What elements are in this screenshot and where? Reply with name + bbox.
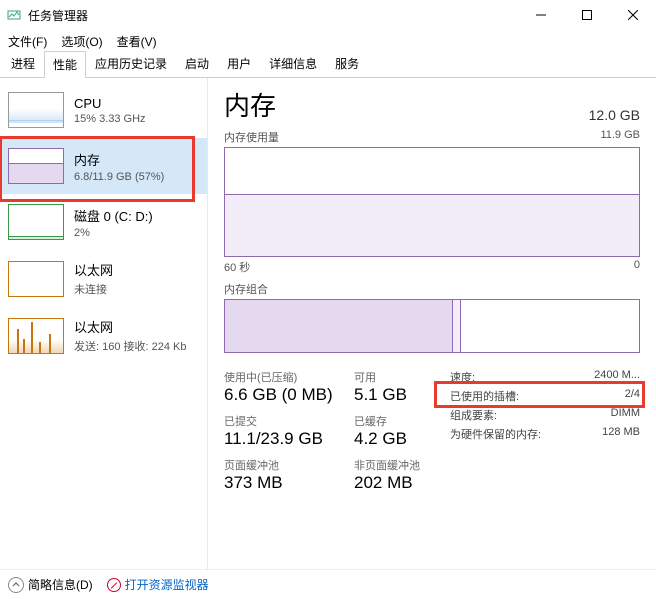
menu-view[interactable]: 查看(V) [117,33,157,50]
stat-value-cached: 4.2 GB [354,429,444,449]
stat-value-in-use: 6.6 GB (0 MB) [224,385,354,405]
sidebar-item-sub: 6.8/11.9 GB (57%) [74,171,164,183]
tab-users[interactable]: 用户 [218,50,260,77]
sidebar-item-disk[interactable]: 磁盘 0 (C: D:) 2% [0,194,207,250]
sidebar-item-sub: 发送: 160 接收: 224 Kb [74,338,187,354]
memory-composition-chart [224,299,640,353]
sidebar-item-label: 内存 [74,150,164,169]
content: CPU 15% 3.33 GHz 内存 6.8/11.9 GB (57%) 磁盘… [0,78,656,569]
open-resource-monitor-link[interactable]: 打开资源监视器 [107,576,209,593]
cpu-thumbnail [8,92,64,128]
ethernet-thumbnail [8,261,64,297]
stat-label-nonpaged: 非页面缓冲池 [354,457,444,473]
tab-app-history[interactable]: 应用历史记录 [86,50,176,77]
maximize-button[interactable] [564,0,610,30]
stat-value-committed: 11.1/23.9 GB [224,429,354,449]
sidebar: CPU 15% 3.33 GHz 内存 6.8/11.9 GB (57%) 磁盘… [0,78,208,569]
info-value-speed: 2400 M... [594,369,640,385]
close-button[interactable] [610,0,656,30]
menu-options[interactable]: 选项(O) [61,33,102,50]
memory-usage-chart [224,147,640,257]
sidebar-item-sub: 未连接 [74,281,113,297]
info-value-form: DIMM [611,407,640,423]
info-label-form: 组成要素: [450,407,497,423]
axis-zero-label: 0 [634,259,640,271]
app-icon [6,7,22,23]
stat-label-committed: 已提交 [224,413,354,429]
footer: 简略信息(D) 打开资源监视器 [0,569,656,599]
info-label-reserved: 为硬件保留的内存: [450,426,541,442]
fewer-details-button[interactable]: 简略信息(D) [8,576,93,593]
resource-monitor-icon [107,578,121,592]
tab-services[interactable]: 服务 [326,50,368,77]
usage-chart-max: 11.9 GB [600,129,640,141]
titlebar: 任务管理器 [0,0,656,30]
sidebar-item-label: 以太网 [74,260,113,279]
stat-label-paged: 页面缓冲池 [224,457,354,473]
menu-file[interactable]: 文件(F) [8,33,47,50]
tab-processes[interactable]: 进程 [2,50,44,77]
composition-chart-label: 内存组合 [224,284,268,296]
axis-time-label: 60 秒 [224,262,250,274]
open-resource-monitor-label: 打开资源监视器 [125,576,209,593]
memory-total: 12.0 GB [589,107,640,123]
main-panel: 内存 12.0 GB 内存使用量 11.9 GB 60 秒 0 内存组合 使用中… [208,78,656,569]
tab-performance[interactable]: 性能 [44,51,86,78]
sidebar-item-ethernet-1[interactable]: 以太网 未连接 [0,250,207,307]
info-value-slots: 2/4 [625,388,640,404]
stat-value-paged: 373 MB [224,473,354,493]
sidebar-item-memory[interactable]: 内存 6.8/11.9 GB (57%) [0,138,207,194]
info-label-speed: 速度: [450,369,475,385]
chevron-up-icon [8,577,24,593]
stats-block: 使用中(已压缩) 6.6 GB (0 MB) 可用 5.1 GB 已提交 11.… [224,369,640,499]
sidebar-item-label: 磁盘 0 (C: D:) [74,206,153,225]
stat-label-cached: 已缓存 [354,413,444,429]
memory-thumbnail [8,148,64,184]
window-title: 任务管理器 [28,7,88,24]
menubar: 文件(F) 选项(O) 查看(V) [0,30,656,52]
info-value-reserved: 128 MB [602,426,640,442]
sidebar-item-cpu[interactable]: CPU 15% 3.33 GHz [0,82,207,138]
tabbar: 进程 性能 应用历史记录 启动 用户 详细信息 服务 [0,52,656,78]
fewer-details-label: 简略信息(D) [28,576,93,593]
stat-value-available: 5.1 GB [354,385,444,405]
stat-label-available: 可用 [354,369,444,385]
stat-label-in-use: 使用中(已压缩) [224,369,354,385]
tab-details[interactable]: 详细信息 [260,50,326,77]
stat-value-nonpaged: 202 MB [354,473,444,493]
usage-chart-label: 内存使用量 [224,132,279,144]
minimize-button[interactable] [518,0,564,30]
sidebar-item-label: 以太网 [74,317,187,336]
disk-thumbnail [8,204,64,240]
sidebar-item-label: CPU [74,96,146,111]
window-controls [518,0,656,30]
page-title: 内存 [224,86,276,123]
info-label-slots: 已使用的插槽: [450,388,519,404]
ethernet-thumbnail [8,318,64,354]
sidebar-item-sub: 15% 3.33 GHz [74,113,146,125]
hardware-info: 速度: 2400 M... 已使用的插槽: 2/4 组成要素: DIMM 为硬件保留的… [450,369,640,499]
sidebar-item-sub: 2% [74,227,153,239]
tab-startup[interactable]: 启动 [176,50,218,77]
sidebar-item-ethernet-2[interactable]: 以太网 发送: 160 接收: 224 Kb [0,307,207,364]
